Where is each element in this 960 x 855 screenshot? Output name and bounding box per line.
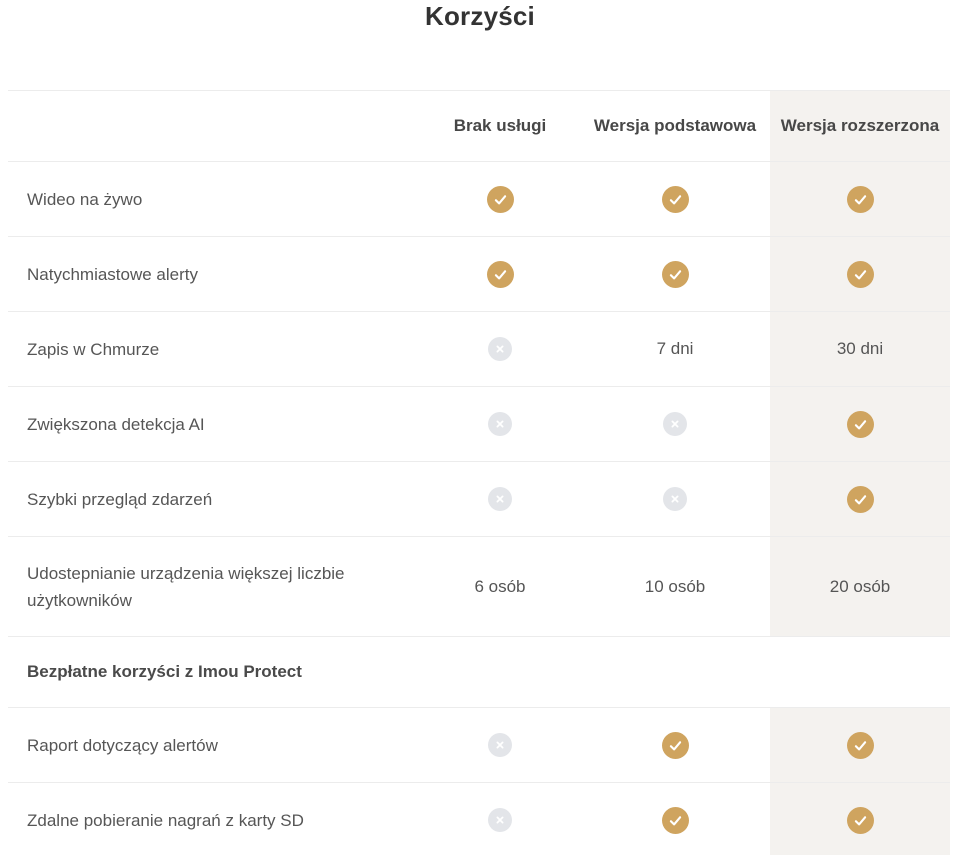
- table-row: Natychmiastowe alerty: [8, 237, 950, 312]
- cross-icon: [488, 487, 512, 511]
- check-icon: [662, 732, 689, 759]
- value-cell: [420, 162, 580, 236]
- table-row: Zapis w Chmurze 7 dni 30 dni: [8, 312, 950, 387]
- value-cell: [580, 708, 770, 782]
- value-cell: [770, 708, 950, 782]
- feature-label: Zapis w Chmurze: [27, 336, 159, 363]
- value-cell: [580, 462, 770, 536]
- value-cell: [770, 462, 950, 536]
- table-row: Zdalne pobieranie nagrań z karty SD: [8, 783, 950, 855]
- value-cell: [420, 312, 580, 386]
- table-row: Szybki przegląd zdarzeń: [8, 462, 950, 537]
- value-text: 6 osób: [474, 577, 525, 597]
- benefits-comparison-table: Brak usługi Wersja podstawowa Wersja roz…: [8, 90, 950, 855]
- check-icon: [847, 807, 874, 834]
- value-cell: 7 dni: [580, 312, 770, 386]
- feature-label-cell: Natychmiastowe alerty: [8, 237, 420, 311]
- table-row: Raport dotyczący alertów: [8, 708, 950, 783]
- value-cell: [770, 387, 950, 461]
- feature-label: Udostepnianie urządzenia większej liczbi…: [27, 560, 377, 614]
- check-icon: [847, 411, 874, 438]
- table-row: Udostepnianie urządzenia większej liczbi…: [8, 537, 950, 637]
- feature-label: Raport dotyczący alertów: [27, 732, 218, 759]
- value-cell: [420, 462, 580, 536]
- feature-label: Wideo na żywo: [27, 186, 142, 213]
- check-icon: [847, 732, 874, 759]
- value-cell: [580, 783, 770, 855]
- value-cell: 10 osób: [580, 537, 770, 636]
- cross-icon: [663, 412, 687, 436]
- value-cell: [420, 387, 580, 461]
- value-cell: [420, 783, 580, 855]
- feature-label-cell: Zwiększona detekcja AI: [8, 387, 420, 461]
- table-header-row: Brak usługi Wersja podstawowa Wersja roz…: [8, 91, 950, 162]
- check-icon: [662, 807, 689, 834]
- value-cell: [770, 237, 950, 311]
- cross-icon: [488, 337, 512, 361]
- feature-label-cell: Zdalne pobieranie nagrań z karty SD: [8, 783, 420, 855]
- table-row: Zwiększona detekcja AI: [8, 387, 950, 462]
- cross-icon: [488, 808, 512, 832]
- value-cell: 30 dni: [770, 312, 950, 386]
- value-text: 7 dni: [657, 339, 694, 359]
- value-cell: [580, 387, 770, 461]
- table-section-row: Bezpłatne korzyści z Imou Protect: [8, 637, 950, 708]
- value-text: 20 osób: [830, 577, 891, 597]
- table-row: Wideo na żywo: [8, 162, 950, 237]
- feature-label: Zdalne pobieranie nagrań z karty SD: [27, 807, 304, 834]
- header-cell-empty: [8, 91, 420, 161]
- page-title: Korzyści: [0, 0, 960, 32]
- check-icon: [487, 186, 514, 213]
- value-cell: [420, 708, 580, 782]
- table-body: Wideo na żywo Natychmiastowe alerty Zapis …: [8, 162, 950, 855]
- value-cell: [770, 162, 950, 236]
- check-icon: [662, 186, 689, 213]
- value-cell: [580, 162, 770, 236]
- value-text: 30 dni: [837, 339, 883, 359]
- header-cell-no-service: Brak usługi: [420, 91, 580, 161]
- value-text: 10 osób: [645, 577, 706, 597]
- header-cell-extended-version: Wersja rozszerzona: [770, 91, 950, 161]
- check-icon: [487, 261, 514, 288]
- value-cell: 20 osób: [770, 537, 950, 636]
- feature-label-cell: Raport dotyczący alertów: [8, 708, 420, 782]
- check-icon: [662, 261, 689, 288]
- check-icon: [847, 261, 874, 288]
- feature-label: Natychmiastowe alerty: [27, 261, 198, 288]
- check-icon: [847, 186, 874, 213]
- feature-label-cell: Wideo na żywo: [8, 162, 420, 236]
- check-icon: [847, 486, 874, 513]
- value-cell: 6 osób: [420, 537, 580, 636]
- section-title: Bezpłatne korzyści z Imou Protect: [8, 662, 950, 682]
- feature-label: Zwiększona detekcja AI: [27, 411, 205, 438]
- feature-label-cell: Zapis w Chmurze: [8, 312, 420, 386]
- cross-icon: [663, 487, 687, 511]
- value-cell: [580, 237, 770, 311]
- value-cell: [420, 237, 580, 311]
- feature-label-cell: Szybki przegląd zdarzeń: [8, 462, 420, 536]
- benefits-page: Korzyści Brak usługi Wersja podstawowa W…: [0, 0, 960, 855]
- feature-label: Szybki przegląd zdarzeń: [27, 486, 212, 513]
- feature-label-cell: Udostepnianie urządzenia większej liczbi…: [8, 537, 420, 636]
- cross-icon: [488, 412, 512, 436]
- cross-icon: [488, 733, 512, 757]
- header-cell-basic-version: Wersja podstawowa: [580, 91, 770, 161]
- value-cell: [770, 783, 950, 855]
